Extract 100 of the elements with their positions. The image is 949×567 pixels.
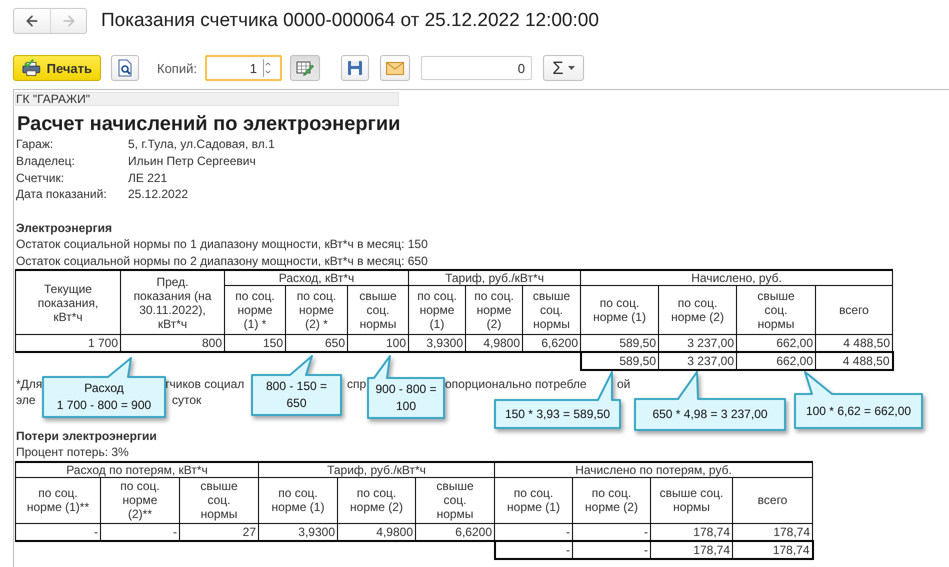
column-header: Пред. показания (на 30.11.2022), кВт*ч (120, 270, 224, 335)
column-group-header: Начислено по потерям, руб. (494, 462, 813, 478)
column-header: свыше соц. нормы (522, 286, 581, 335)
table-cell: 662,00 (736, 334, 816, 352)
column-header: по соц. норме (1) * (224, 286, 286, 335)
table-cell: 27 (180, 523, 258, 541)
field-label: Дата показаний: (16, 186, 108, 204)
column-header: по соц. норме (1) (580, 286, 659, 335)
total-cell: - (494, 540, 572, 559)
field-value: ЛЕ 221 (128, 170, 168, 186)
column-header: по соц. норме (1) (408, 286, 466, 335)
arrow-right-icon (60, 13, 76, 29)
table-cell: 3,9300 (258, 523, 338, 541)
table-cell: 6,6200 (416, 523, 494, 541)
field-value: 25.12.2022 (128, 186, 188, 204)
column-header: по соц. норме (1) (258, 477, 338, 524)
column-header: по соц. норме (2) (658, 286, 737, 335)
column-group-header: Тариф, руб./кВт*ч (258, 462, 494, 478)
email-button[interactable] (380, 55, 410, 81)
column-header: свыше соц. нормы (416, 477, 494, 524)
column-header: по соц. норме (1) (494, 477, 572, 524)
footnote-text: спр (347, 377, 366, 392)
table-cell: 3 237,00 (658, 334, 737, 352)
chevron-up-icon[interactable] (264, 60, 272, 68)
printer-icon (22, 59, 41, 77)
table-cell: 800 (120, 334, 224, 352)
field-value: 5, г.Тула, ул.Садовая, вл.1 (128, 136, 275, 153)
column-header: по соц. норме (2) * (286, 286, 348, 335)
table-cell: 6,6200 (522, 334, 581, 352)
field-value: Ильин Петр Сергеевич (128, 152, 256, 170)
footnote-text: ой (617, 377, 630, 392)
sum-button[interactable]: Σ (542, 55, 584, 81)
total-cell: 589,50 (580, 352, 659, 370)
report-title: Расчет начислений по электроэнергии (17, 112, 402, 136)
table-pencil-icon (296, 60, 314, 76)
column-group-header: Расход по потерям, кВт*ч (16, 462, 258, 478)
table-cell: 4,9800 (466, 334, 523, 352)
table-cell: 100 (348, 334, 409, 352)
info-line: Остаток социальной нормы по 1 диапазону мощности, кВт*ч в месяц: 150 (16, 236, 429, 253)
column-header: по соц. норме (2) (466, 286, 523, 335)
column-header: свыше соц. нормы (650, 477, 732, 524)
table-cell: - (100, 523, 180, 541)
column-header: по соц. норме (2) (572, 477, 650, 524)
table-cell: 178,74 (650, 523, 732, 541)
field-label: Владелец: (16, 152, 76, 170)
column-header: всего (816, 286, 893, 335)
column-header: всего (732, 477, 813, 524)
table-cell: 4,9800 (338, 523, 416, 541)
column-group-header: Расход, кВт*ч (224, 270, 409, 286)
callout: 800 - 150 = 650 (251, 355, 345, 419)
table-cell: 1 700 (16, 334, 120, 352)
table-cell: 4 488,50 (816, 334, 893, 352)
total-cell: - (572, 540, 650, 559)
column-group-header: Начислено, руб. (580, 270, 893, 286)
column-group-header: Тариф, руб./кВт*ч (408, 270, 581, 286)
footnote-text: суток (172, 393, 202, 408)
column-header: свыше соц. нормы (348, 286, 409, 335)
footnote-text: тчиков социал (164, 377, 244, 392)
info-line: Процент потерь: 3% (16, 444, 130, 461)
caret-icon (568, 66, 575, 70)
table-cell: - (572, 523, 650, 541)
table-cell: 178,74 (732, 523, 813, 541)
total-cell: 178,74 (732, 540, 813, 559)
footnote-text: эле (16, 393, 36, 408)
table-cell: - (494, 523, 572, 541)
field-label: Счетчик: (16, 170, 66, 186)
save-button[interactable] (340, 55, 369, 81)
total-cell: 3 237,00 (658, 352, 737, 370)
info-line: Остаток социальной нормы по 2 диапазону мощности, кВт*ч в месяц: 650 (16, 252, 429, 270)
window-title: Показания счетчика 0000-000064 от 25.12.2022 12:00:00 (101, 10, 599, 32)
column-header: свыше соц. нормы (736, 286, 816, 335)
column-header: Текущие показания, кВт*ч (16, 270, 120, 335)
total-cell: 662,00 (736, 352, 816, 370)
callout: 100 * 6,62 = 662,00 (794, 371, 926, 432)
chevron-down-icon[interactable] (264, 68, 272, 76)
column-header: по соц. норме (1)** (16, 477, 100, 524)
section-heading: Электроэнергия (16, 220, 114, 236)
section-heading: Потери электроэнергии (16, 428, 158, 444)
column-header: по соц. норме (2) (338, 477, 416, 524)
copies-field[interactable]: 1 (204, 55, 282, 81)
preview-button[interactable] (111, 55, 139, 81)
table-cell: 650 (286, 334, 348, 352)
table-cell: 150 (224, 334, 286, 352)
callout: 650 * 4,98 = 3 237,00 (634, 371, 789, 434)
footnote-text: *Для (16, 377, 42, 392)
footnote-text: опорционально потребле (445, 377, 587, 392)
print-button[interactable]: Печать (13, 55, 101, 81)
amount-field[interactable]: 0 (420, 56, 532, 80)
column-header: свыше соц. нормы (180, 477, 258, 524)
total-cell: 4 488,50 (816, 352, 893, 370)
organization-name: ГК "ГАРАЖИ" (15, 92, 399, 106)
total-cell: 178,74 (650, 540, 732, 559)
field-label: Гараж: (16, 136, 54, 153)
edit-table-button[interactable] (290, 55, 320, 81)
column-header: по соц. норме (2)** (100, 477, 180, 524)
envelope-icon (386, 62, 404, 74)
table-cell: 3,9300 (408, 334, 466, 352)
copies-label: Копий: (157, 60, 197, 76)
table-cell: - (16, 523, 100, 541)
document-search-icon (117, 59, 133, 77)
